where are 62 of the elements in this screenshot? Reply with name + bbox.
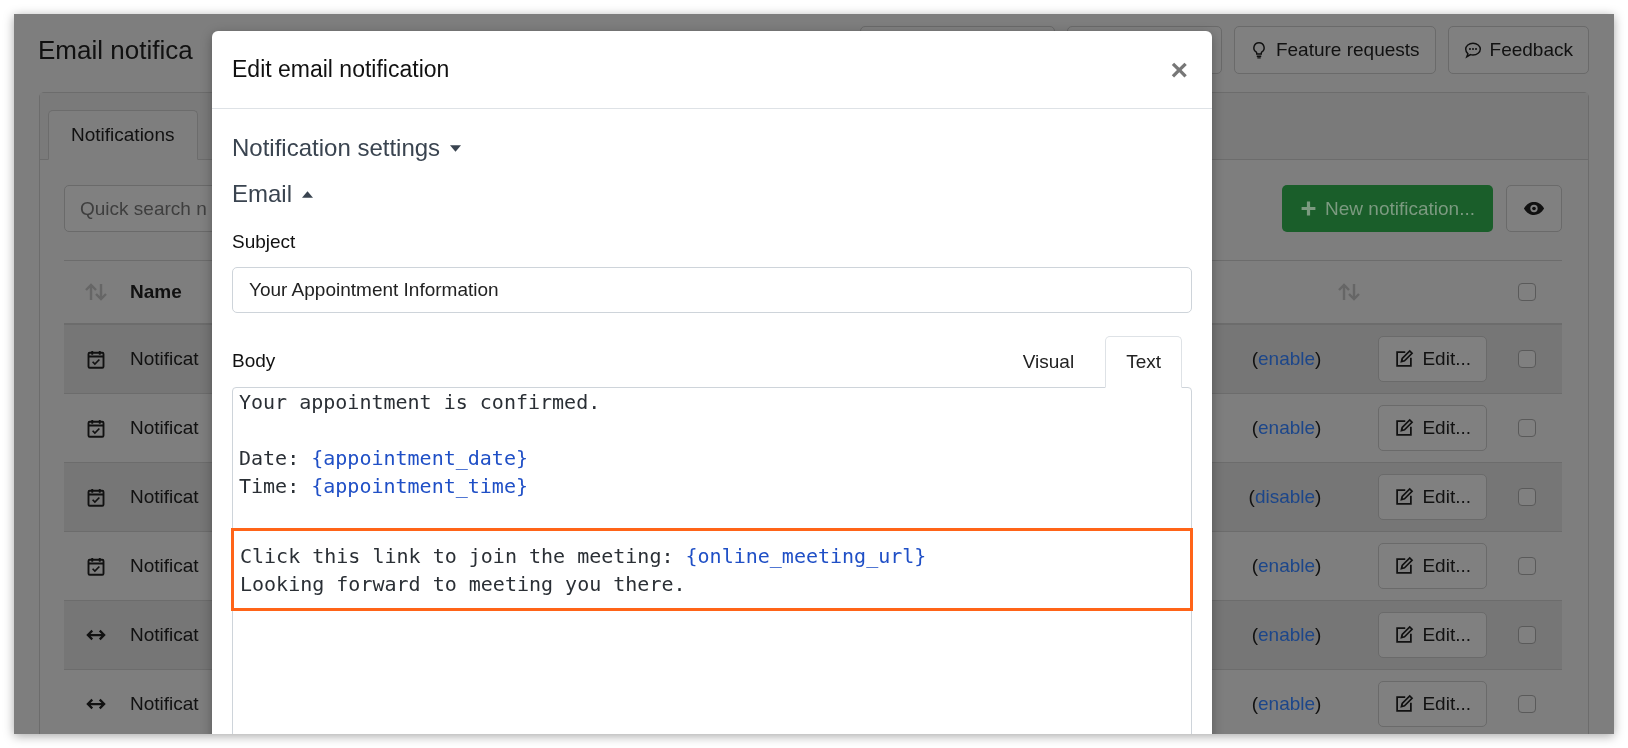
edit-icon: [1394, 694, 1415, 714]
status-text: (enable): [1251, 693, 1322, 715]
checkbox[interactable]: [1518, 419, 1536, 437]
status-text: (enable): [1251, 348, 1322, 370]
edit-icon: [1394, 349, 1415, 369]
toolbar-button[interactable]: Feature requests: [1233, 26, 1436, 74]
calendar-check-icon: [86, 487, 106, 507]
calendar-check-icon: [86, 349, 106, 369]
checkbox[interactable]: [1518, 626, 1536, 644]
section-toggle[interactable]: Email: [232, 171, 313, 217]
checkbox[interactable]: [1518, 695, 1536, 713]
sort-icon[interactable]: [1337, 282, 1361, 302]
checkbox[interactable]: [1518, 283, 1536, 301]
chat-icon: [1463, 41, 1482, 59]
field-label: Body: [232, 350, 276, 372]
sort-icon[interactable]: [84, 282, 108, 302]
text-line: Looking forward to meeting you there.: [240, 571, 686, 598]
edit-icon: [1394, 487, 1415, 507]
eye-button[interactable]: [1506, 185, 1562, 232]
edit-button[interactable]: Edit...: [1378, 405, 1487, 451]
checkbox[interactable]: [1518, 557, 1536, 575]
checkbox[interactable]: [1518, 488, 1536, 506]
checkbox[interactable]: [1518, 350, 1536, 368]
edit-icon: [1394, 418, 1415, 438]
notification-name: Notificat: [130, 486, 199, 508]
text-line: Time: {appointment_time}: [239, 473, 528, 500]
edit-button[interactable]: Edit...: [1378, 612, 1487, 658]
notification-name: Notificat: [130, 417, 199, 439]
status-text: (enable): [1251, 417, 1322, 439]
calendar-check-icon: [86, 418, 106, 438]
column-header[interactable]: Name: [130, 281, 182, 303]
section-toggle[interactable]: Notification settings: [232, 125, 462, 171]
edit-icon: [1394, 556, 1415, 576]
body-editor[interactable]: Your appointment is confirmed. Date: {appointment_date} Time: {appointment_time} Click this link to join the meeting: {online_meeting_url} Looking forward to meeting you there.: [232, 387, 1192, 734]
modal-title: Edit email notification: [232, 56, 450, 83]
calendar-check-icon: [86, 556, 106, 576]
field-label: Subject: [232, 231, 296, 253]
edit-button[interactable]: Edit...: [1378, 543, 1487, 589]
edit-icon: [1394, 625, 1415, 645]
text-line: Click this link to join the meeting: {online_meeting_url}: [240, 543, 927, 570]
subject-field[interactable]: Your Appointment Information: [232, 267, 1192, 313]
editor-tab[interactable]: Visual: [1001, 336, 1096, 388]
text-line: Your appointment is confirmed.: [239, 389, 601, 416]
status-text: (enable): [1251, 555, 1322, 577]
text-line: Date: {appointment_date}: [239, 445, 528, 472]
notification-name: Notificat: [130, 348, 199, 370]
status-text: (enable): [1251, 624, 1322, 646]
status-text: (disable): [1248, 486, 1322, 508]
notification-name: Notificat: [130, 555, 199, 577]
new-notification-button[interactable]: New notification...: [1282, 185, 1493, 232]
edit-button[interactable]: Edit...: [1378, 336, 1487, 382]
editor-tab[interactable]: Text: [1105, 336, 1182, 388]
edit-button[interactable]: Edit...: [1378, 474, 1487, 520]
edit-button[interactable]: Edit...: [1378, 681, 1487, 727]
eye-icon: [1523, 201, 1545, 216]
notification-name: Notificat: [130, 693, 199, 715]
plus-icon: [1300, 200, 1318, 217]
close-button[interactable]: ×: [1166, 54, 1192, 85]
toolbar-button[interactable]: Feedback: [1447, 26, 1589, 74]
page-title: Email notifica: [38, 34, 194, 66]
tab[interactable]: Notifications: [48, 110, 198, 160]
notification-name: Notificat: [130, 624, 199, 646]
